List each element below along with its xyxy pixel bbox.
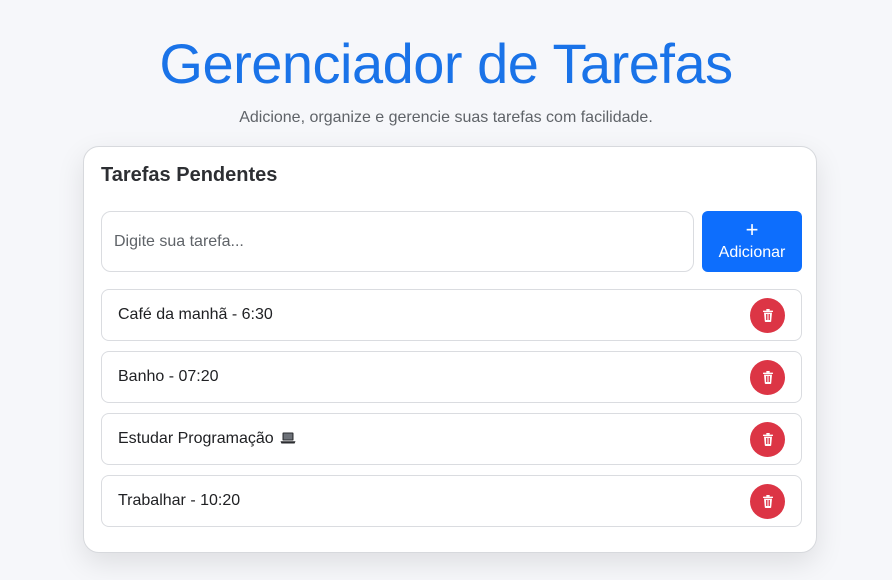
delete-task-button[interactable] bbox=[750, 298, 785, 333]
task-text: Trabalhar - 10:20 bbox=[118, 492, 241, 509]
trash-icon bbox=[762, 433, 773, 446]
task-item: Estudar Programação bbox=[101, 413, 802, 465]
trash-icon bbox=[762, 309, 773, 322]
page-subtitle: Adicione, organize e gerencie suas taref… bbox=[239, 109, 653, 126]
trash-icon bbox=[762, 495, 773, 508]
task-text: Banho - 07:20 bbox=[118, 368, 219, 385]
trash-icon bbox=[762, 371, 773, 384]
plus-icon: + bbox=[745, 216, 759, 242]
page-title: Gerenciador de Tarefas bbox=[159, 32, 733, 95]
add-task-button[interactable]: + Adicionar bbox=[702, 211, 802, 272]
delete-task-button[interactable] bbox=[750, 422, 785, 457]
task-list: Café da manhã - 6:30 Banho - 07:20 Estud… bbox=[101, 289, 802, 537]
task-item: Trabalhar - 10:20 bbox=[101, 475, 802, 527]
task-item: Café da manhã - 6:30 bbox=[101, 289, 802, 341]
card-title: Tarefas Pendentes bbox=[101, 164, 278, 186]
laptop-icon bbox=[280, 432, 296, 444]
task-text: Estudar Programação bbox=[118, 429, 296, 449]
task-input[interactable] bbox=[101, 211, 694, 272]
delete-task-button[interactable] bbox=[750, 360, 785, 395]
add-task-button-label: Adicionar bbox=[718, 243, 786, 261]
page-header: Gerenciador de Tarefas Adicione, organiz… bbox=[0, 30, 892, 128]
task-text: Café da manhã - 6:30 bbox=[118, 306, 273, 323]
delete-task-button[interactable] bbox=[750, 484, 785, 519]
tasks-card: Tarefas Pendentes + Adicionar Café da ma… bbox=[83, 146, 817, 553]
task-item: Banho - 07:20 bbox=[101, 351, 802, 403]
